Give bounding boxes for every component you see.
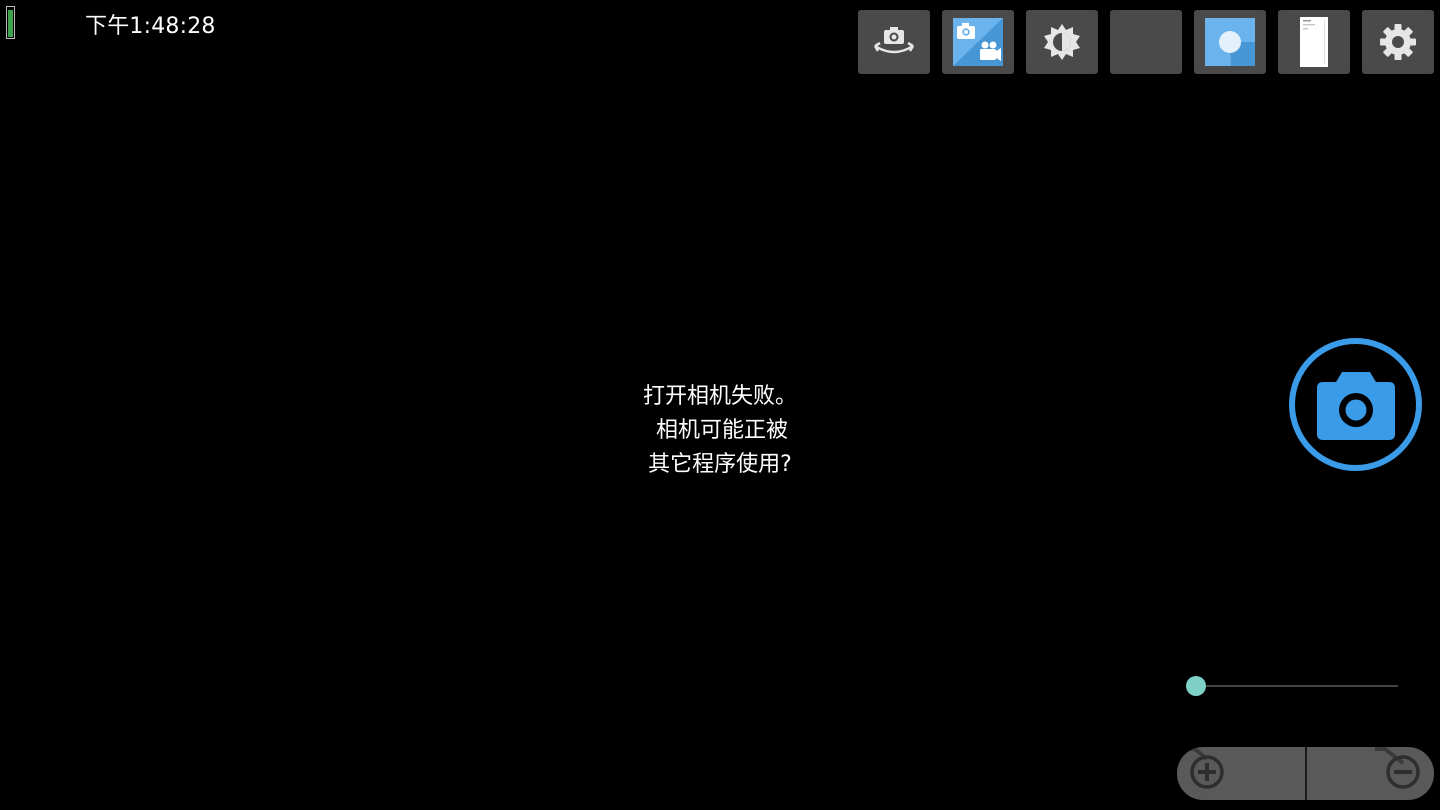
error-line-2: 相机可能正被: [655, 418, 788, 443]
clock: 下午1:48:28: [85, 14, 216, 39]
photo-video-mode-button[interactable]: [942, 10, 1014, 74]
zoom-slider-track[interactable]: [1196, 685, 1398, 687]
switch-camera-button[interactable]: [858, 10, 930, 74]
settings-button[interactable]: [1362, 10, 1434, 74]
exposure-button[interactable]: [1026, 10, 1098, 74]
photo-video-mode-icon: [953, 18, 1003, 66]
zoom-out-button[interactable]: [1307, 747, 1434, 800]
switch-camera-icon: [873, 27, 915, 54]
zoom-buttons: [1177, 747, 1434, 800]
blank-toolbar-button[interactable]: [1110, 10, 1182, 74]
white-balance-button[interactable]: [1194, 10, 1266, 74]
popup-menu-button[interactable]: [1278, 10, 1350, 74]
white-balance-icon: [1205, 18, 1255, 66]
camera-error-message: 打开相机失败。 相机可能正被 其它程序使用?: [560, 380, 880, 482]
zoom-in-plus-icon: [1185, 747, 1224, 789]
zoom-slider[interactable]: [1186, 675, 1398, 697]
error-line-3: 其它程序使用?: [648, 452, 792, 477]
zoom-slider-thumb[interactable]: [1186, 676, 1206, 696]
document-popup-icon: [1300, 17, 1328, 67]
battery-indicator: [6, 6, 15, 39]
zoom-in-button[interactable]: [1177, 747, 1305, 800]
camera-shutter-icon: [1316, 371, 1395, 440]
shutter-button[interactable]: [1289, 338, 1422, 471]
settings-gear-icon: [1380, 24, 1416, 60]
battery-fill: [8, 10, 13, 37]
exposure-icon: [1044, 24, 1080, 60]
zoom-out-minus-icon: [1375, 747, 1420, 789]
error-line-1: 打开相机失败。: [642, 384, 797, 409]
